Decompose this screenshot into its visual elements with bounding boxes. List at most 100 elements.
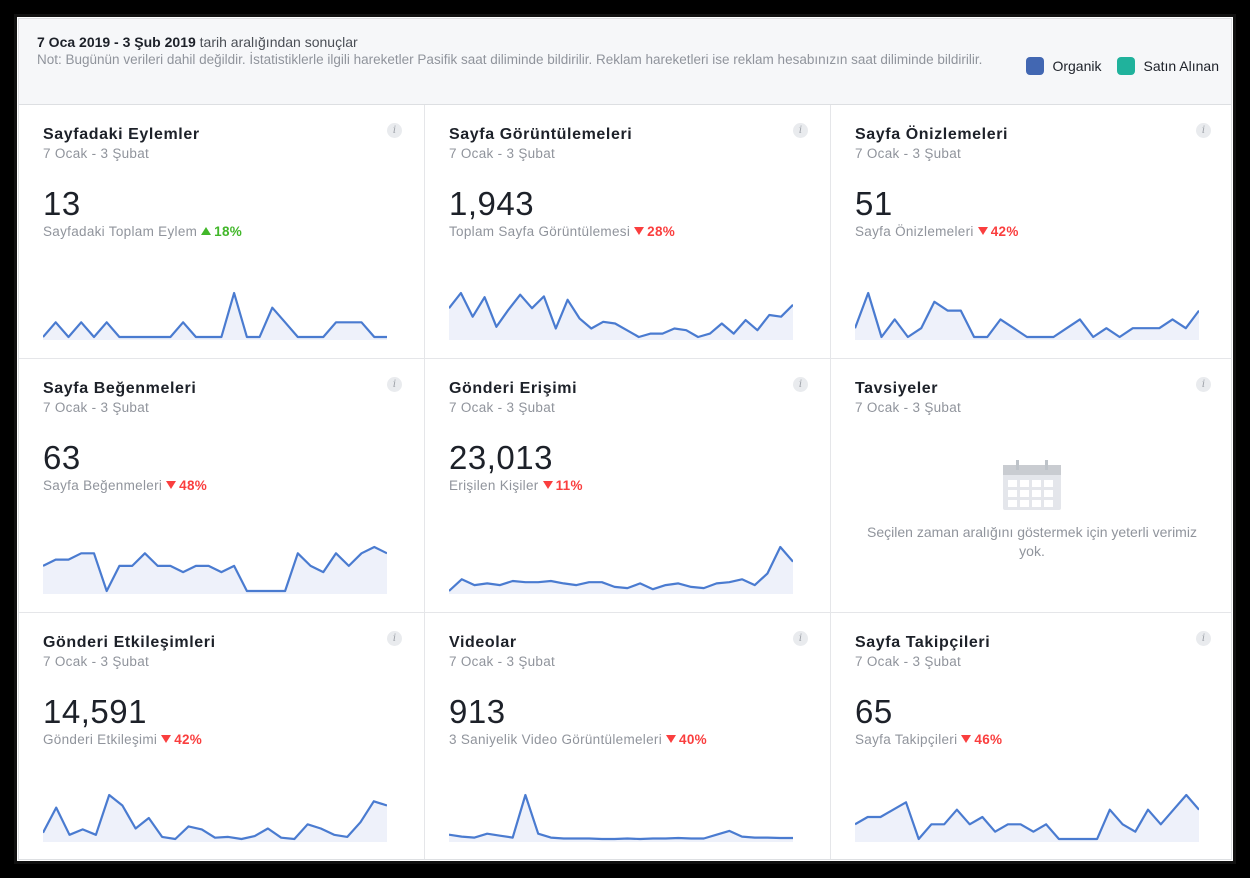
sparkline-series-organic xyxy=(43,793,387,841)
legend-label-organic: Organik xyxy=(1052,58,1102,74)
delta-value: 48% xyxy=(179,478,208,493)
card-date-range: 7 Ocak - 3 Şubat xyxy=(449,146,556,161)
card-metric-line: Sayfa Önizlemeleri 42% xyxy=(855,223,1231,241)
card-date-range: 7 Ocak - 3 Şubat xyxy=(855,146,962,161)
card-metric-label: Sayfa Önizlemeleri xyxy=(855,224,974,239)
sparkline-area xyxy=(43,293,387,340)
card-value: 13 xyxy=(43,185,81,222)
card-value: 51 xyxy=(855,185,893,222)
card-metric-line: 3 Saniyelik Video Görüntülemeleri 40% xyxy=(449,731,830,749)
card-title: Sayfadaki Eylemler xyxy=(43,126,200,143)
card-metric-line: Erişilen Kişiler 11% xyxy=(449,477,830,495)
card-metric-label: Sayfadaki Toplam Eylem xyxy=(43,224,198,239)
card-metric-line: Gönderi Etkileşimi 42% xyxy=(43,731,424,749)
delta-badge: 46% xyxy=(961,732,1002,747)
card-metric-label: Sayfa Beğenmeleri xyxy=(43,478,163,493)
trend-down-icon xyxy=(166,481,177,489)
card-recommendations[interactable]: Tavsiyeler 7 Ocak - 3 Şubat i Seçilen za… xyxy=(831,359,1231,613)
delta-value: 11% xyxy=(555,478,583,493)
card-value: 14,591 xyxy=(43,693,147,730)
card-page-likes[interactable]: Sayfa Beğenmeleri 7 Ocak - 3 Şubat i 63 … xyxy=(19,359,425,613)
card-metric-label: Erişilen Kişiler xyxy=(449,478,539,493)
delta-badge: 11% xyxy=(542,478,583,493)
trend-down-icon xyxy=(161,735,172,743)
card-page-views[interactable]: Sayfa Görüntülemeleri 7 Ocak - 3 Şubat i… xyxy=(425,105,831,359)
delta-badge: 40% xyxy=(666,732,707,747)
sparkline-area xyxy=(855,293,1199,340)
calendar-icon xyxy=(1003,460,1061,510)
empty-state: Seçilen zaman aralığını göstermek için y… xyxy=(831,459,1231,561)
info-icon[interactable]: i xyxy=(387,631,402,646)
card-title: Gönderi Etkileşimleri xyxy=(43,634,216,651)
info-icon[interactable]: i xyxy=(793,377,808,392)
card-page-actions[interactable]: Sayfadaki Eylemler 7 Ocak - 3 Şubat i 13… xyxy=(19,105,425,359)
sparkline xyxy=(43,545,387,594)
card-title: Gönderi Erişimi xyxy=(449,380,578,397)
sparkline xyxy=(449,793,793,842)
trend-down-icon xyxy=(961,735,972,743)
card-metric-label: Sayfa Takipçileri xyxy=(855,732,958,747)
card-metric-label: 3 Saniyelik Video Görüntülemeleri xyxy=(449,732,663,747)
trend-down-icon xyxy=(666,735,677,743)
trend-down-icon xyxy=(634,227,645,235)
delta-value: 42% xyxy=(174,732,203,747)
delta-badge: 42% xyxy=(977,224,1019,239)
delta-badge: 28% xyxy=(634,224,675,239)
info-icon[interactable]: i xyxy=(793,631,808,646)
info-icon[interactable]: i xyxy=(1196,377,1211,392)
card-value: 913 xyxy=(449,693,506,730)
results-header: 7 Oca 2019 - 3 Şub 2019 tarih aralığında… xyxy=(19,19,1231,105)
card-title: Sayfa Önizlemeleri xyxy=(855,126,1009,143)
sparkline xyxy=(449,545,793,594)
sparkline xyxy=(855,291,1199,340)
delta-value: 46% xyxy=(974,732,1003,747)
legend-paid[interactable]: Satın Alınan xyxy=(1117,57,1219,75)
card-date-range: 7 Ocak - 3 Şubat xyxy=(43,654,150,669)
legend-organic[interactable]: Organik xyxy=(1026,57,1101,75)
legend-label-paid: Satın Alınan xyxy=(1143,58,1219,74)
delta-value: 40% xyxy=(679,732,707,747)
card-metric-label: Gönderi Etkileşimi xyxy=(43,732,158,747)
legend: Organik Satın Alınan xyxy=(1010,57,1219,75)
card-post-engagements[interactable]: Gönderi Etkileşimleri 7 Ocak - 3 Şubat i… xyxy=(19,613,425,859)
card-value: 1,943 xyxy=(449,185,535,222)
sparkline-area xyxy=(449,293,793,340)
card-title: Sayfa Beğenmeleri xyxy=(43,380,197,397)
card-page-previews[interactable]: Sayfa Önizlemeleri 7 Ocak - 3 Şubat i 51… xyxy=(831,105,1231,359)
card-date-range: 7 Ocak - 3 Şubat xyxy=(855,400,962,415)
date-range: 7 Oca 2019 - 3 Şub 2019 xyxy=(37,34,196,50)
info-icon[interactable]: i xyxy=(793,123,808,138)
card-metric-line: Sayfa Takipçileri 46% xyxy=(855,731,1231,749)
empty-message: Seçilen zaman aralığını göstermek için y… xyxy=(867,524,1197,559)
card-date-range: 7 Ocak - 3 Şubat xyxy=(449,654,556,669)
card-metric-label: Toplam Sayfa Görüntülemesi xyxy=(449,224,631,239)
info-icon[interactable]: i xyxy=(387,377,402,392)
metric-cards-grid: Sayfadaki Eylemler 7 Ocak - 3 Şubat i 13… xyxy=(19,105,1231,859)
insights-panel: 7 Oca 2019 - 3 Şub 2019 tarih aralığında… xyxy=(18,18,1232,860)
info-icon[interactable]: i xyxy=(387,123,402,138)
delta-badge: 18% xyxy=(201,224,242,239)
card-value: 23,013 xyxy=(449,439,553,476)
card-post-reach[interactable]: Gönderi Erişimi 7 Ocak - 3 Şubat i 23,01… xyxy=(425,359,831,613)
sparkline xyxy=(449,291,793,340)
date-range-suffix: tarih aralığından sonuçlar xyxy=(195,34,358,50)
card-page-followers[interactable]: Sayfa Takipçileri 7 Ocak - 3 Şubat i 65 … xyxy=(831,613,1231,859)
sparkline xyxy=(43,291,387,340)
timezone-note: Not: Bugünün verileri dahil değildir. İs… xyxy=(37,52,983,67)
legend-swatch-organic xyxy=(1026,57,1045,75)
delta-value: 28% xyxy=(647,224,676,239)
trend-down-icon xyxy=(542,481,553,489)
info-icon[interactable]: i xyxy=(1196,123,1211,138)
legend-swatch-paid xyxy=(1117,57,1136,75)
sparkline xyxy=(855,793,1199,842)
info-icon[interactable]: i xyxy=(1196,631,1211,646)
card-videos[interactable]: Videolar 7 Ocak - 3 Şubat i 913 3 Saniye… xyxy=(425,613,831,859)
card-title: Sayfa Takipçileri xyxy=(855,634,991,651)
trend-down-icon xyxy=(977,227,988,235)
card-metric-line: Sayfa Beğenmeleri 48% xyxy=(43,477,424,495)
delta-value: 42% xyxy=(990,224,1019,239)
trend-up-icon xyxy=(201,227,212,235)
delta-badge: 48% xyxy=(166,478,207,493)
delta-value: 18% xyxy=(214,224,243,239)
card-title: Sayfa Görüntülemeleri xyxy=(449,126,633,143)
